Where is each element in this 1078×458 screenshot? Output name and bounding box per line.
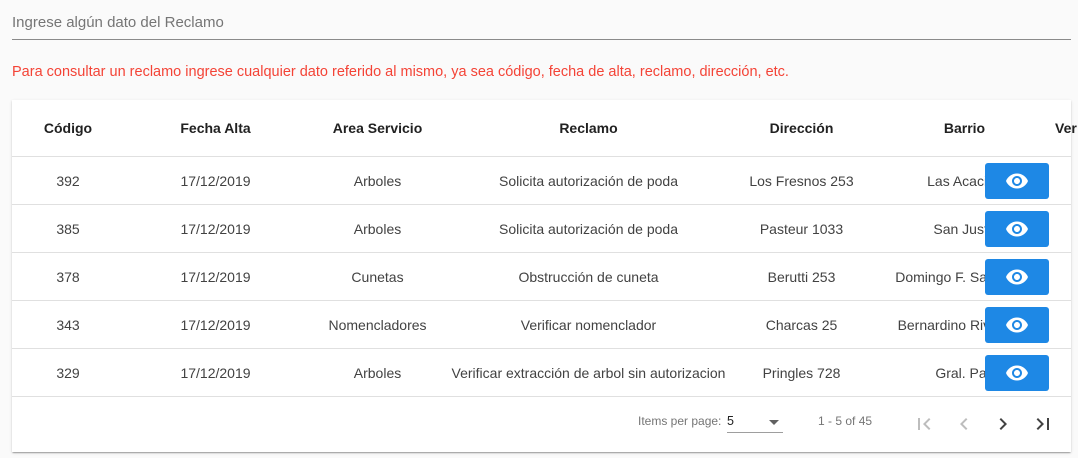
cell-area-servicio: Arboles — [307, 156, 448, 205]
header-area-servicio[interactable]: Area Servicio — [307, 100, 448, 157]
cell-ver — [985, 156, 1071, 205]
last-page-icon — [1036, 418, 1049, 430]
search-hint: Para consultar un reclamo ingrese cualqu… — [12, 64, 789, 80]
cell-area-servicio: Arboles — [307, 204, 448, 253]
header-reclamo[interactable]: Reclamo — [448, 100, 729, 157]
search-field[interactable] — [12, 6, 1071, 40]
cell-ver — [985, 204, 1071, 253]
cell-direccion: Pringles 728 — [729, 348, 874, 397]
eye-icon — [1006, 221, 1028, 236]
previous-page-button[interactable] — [944, 404, 984, 444]
paginator: Items per page: 5 1 - 5 of 45 — [12, 396, 1071, 452]
page-size-value: 5 — [727, 414, 734, 428]
cell-direccion: Charcas 25 — [729, 300, 874, 349]
table-row: 378 17/12/2019 Cunetas Obstrucción de cunet… — [12, 252, 1071, 301]
cell-fecha-alta: 17/12/2019 — [124, 252, 307, 301]
view-button[interactable] — [985, 162, 1049, 199]
cell-reclamo: Solicita autorización de poda — [448, 156, 729, 205]
table-header-row: Código Fecha Alta Area Servicio Reclamo … — [12, 100, 1077, 157]
cell-codigo: 385 — [12, 204, 124, 253]
claims-table: Código Fecha Alta Area Servicio Reclamo … — [12, 100, 1077, 397]
cell-ver — [985, 300, 1071, 349]
cell-fecha-alta: 17/12/2019 — [124, 156, 307, 205]
eye-icon — [1006, 317, 1028, 332]
table-row: 343 17/12/2019 Nomencladores Verificar nome… — [12, 300, 1071, 349]
cell-codigo: 378 — [12, 252, 124, 301]
view-button[interactable] — [985, 306, 1049, 343]
cell-direccion: Berutti 253 — [729, 252, 874, 301]
cell-fecha-alta: 17/12/2019 — [124, 348, 307, 397]
cell-ver — [985, 252, 1071, 301]
cell-area-servicio: Arboles — [307, 348, 448, 397]
claims-table-card: Código Fecha Alta Area Servicio Reclamo … — [12, 100, 1077, 452]
header-codigo[interactable]: Código — [12, 100, 124, 157]
cell-direccion: Los Fresnos 253 — [729, 156, 874, 205]
eye-icon — [1006, 365, 1028, 380]
view-button[interactable] — [985, 258, 1049, 295]
page-size-select[interactable]: 5 — [727, 410, 783, 433]
next-page-button[interactable] — [983, 404, 1023, 444]
cell-reclamo: Solicita autorización de poda — [448, 204, 729, 253]
chevron-left-icon — [960, 418, 968, 430]
header-fecha-alta[interactable]: Fecha Alta — [124, 100, 307, 157]
search-input[interactable] — [12, 6, 1071, 38]
cell-fecha-alta: 17/12/2019 — [124, 300, 307, 349]
range-label: 1 - 5 of 45 — [818, 414, 873, 428]
table-row: 385 17/12/2019 Arboles Solicita autorizació… — [12, 204, 1071, 253]
last-page-button[interactable] — [1023, 404, 1063, 444]
cell-reclamo: Obstrucción de cuneta — [448, 252, 729, 301]
first-page-button[interactable] — [904, 404, 944, 444]
cell-direccion: Pasteur 1033 — [729, 204, 874, 253]
cell-area-servicio: Cunetas — [307, 252, 448, 301]
dropdown-arrow-icon — [769, 420, 779, 425]
cell-fecha-alta: 17/12/2019 — [124, 204, 307, 253]
cell-codigo: 329 — [12, 348, 124, 397]
table-row: 392 17/12/2019 Arboles Solicita autorizació… — [12, 156, 1071, 205]
cell-ver — [985, 348, 1071, 397]
eye-icon — [1006, 269, 1028, 284]
header-direccion[interactable]: Dirección — [729, 100, 874, 157]
table-row: 329 17/12/2019 Arboles Verificar extracción… — [12, 348, 1071, 397]
header-barrio[interactable]: Barrio — [874, 100, 1055, 157]
header-ver: Ver — [1055, 100, 1077, 157]
items-per-page-label: Items per page: — [638, 414, 722, 428]
cell-reclamo: Verificar extracción de arbol sin autori… — [448, 348, 729, 397]
first-page-icon — [918, 418, 931, 430]
view-button[interactable] — [985, 210, 1049, 247]
cell-codigo: 392 — [12, 156, 124, 205]
cell-codigo: 343 — [12, 300, 124, 349]
cell-reclamo: Verificar nomenclador — [448, 300, 729, 349]
chevron-right-icon — [999, 418, 1007, 430]
cell-area-servicio: Nomencladores — [307, 300, 448, 349]
eye-icon — [1006, 173, 1028, 188]
view-button[interactable] — [985, 354, 1049, 391]
